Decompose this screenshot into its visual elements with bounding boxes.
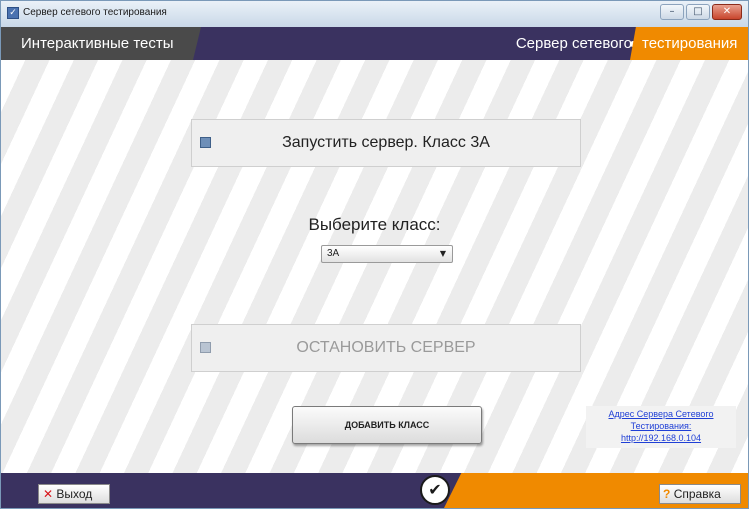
server-address-line1: Адрес Сервера Сетевого (608, 409, 714, 419)
app-check-icon: ✓ (7, 7, 19, 19)
stop-server-label: ОСТАНОВИТЬ СЕРВЕР (296, 339, 476, 356)
network-icon (200, 342, 211, 353)
choose-class-label: Выберите класс: (308, 215, 441, 234)
header-bar: Интерактивные тесты Сервер сетевого тест… (1, 27, 748, 60)
help-icon: ? (663, 487, 671, 501)
checkmark-logo-icon: ✔ (420, 475, 450, 505)
start-server-button[interactable]: Запустить сервер. Класс 3А (191, 119, 581, 167)
title-bar: ✓ Сервер сетевого тестирования – □ ✕ (1, 1, 748, 28)
help-button[interactable]: ? Справка (659, 484, 741, 504)
tab-network-testing-active[interactable]: тестирования (630, 27, 748, 60)
close-button[interactable]: ✕ (712, 4, 742, 20)
exit-button[interactable]: ✕ Выход (38, 484, 110, 504)
maximize-button[interactable]: □ (686, 4, 710, 20)
stop-server-button[interactable]: ОСТАНОВИТЬ СЕРВЕР (191, 324, 581, 372)
tab-network-server-label: Сервер сетевого (515, 35, 632, 52)
help-label: Справка (673, 487, 721, 501)
chevron-down-icon: ▼ (439, 249, 446, 258)
class-select[interactable]: 3А ▼ (321, 245, 453, 263)
close-icon: ✕ (43, 487, 54, 501)
tab-interactive-tests[interactable]: Интерактивные тесты (1, 27, 201, 60)
window-title: Сервер сетевого тестирования (23, 7, 167, 18)
server-address-link[interactable]: Адрес Сервера Сетевого Тестирования: htt… (586, 406, 736, 448)
network-icon (200, 137, 211, 148)
minimize-button[interactable]: – (660, 4, 684, 20)
class-select-value: 3А (327, 248, 340, 259)
server-address-line2: Тестирования: (630, 421, 692, 431)
footer-bar: ✕ Выход ✔ ? Справка (1, 473, 748, 508)
add-class-button[interactable]: ДОБАВИТЬ КЛАСС (292, 406, 482, 444)
window-controls: – □ ✕ (660, 4, 742, 20)
exit-label: Выход (56, 487, 93, 501)
main-panel: Запустить сервер. Класс 3А Выберите клас… (1, 60, 748, 473)
start-server-label: Запустить сервер. Класс 3А (282, 134, 490, 151)
server-address-url[interactable]: http://192.168.0.104 (586, 432, 736, 444)
app-window: ✓ Сервер сетевого тестирования – □ ✕ Инт… (0, 0, 749, 509)
